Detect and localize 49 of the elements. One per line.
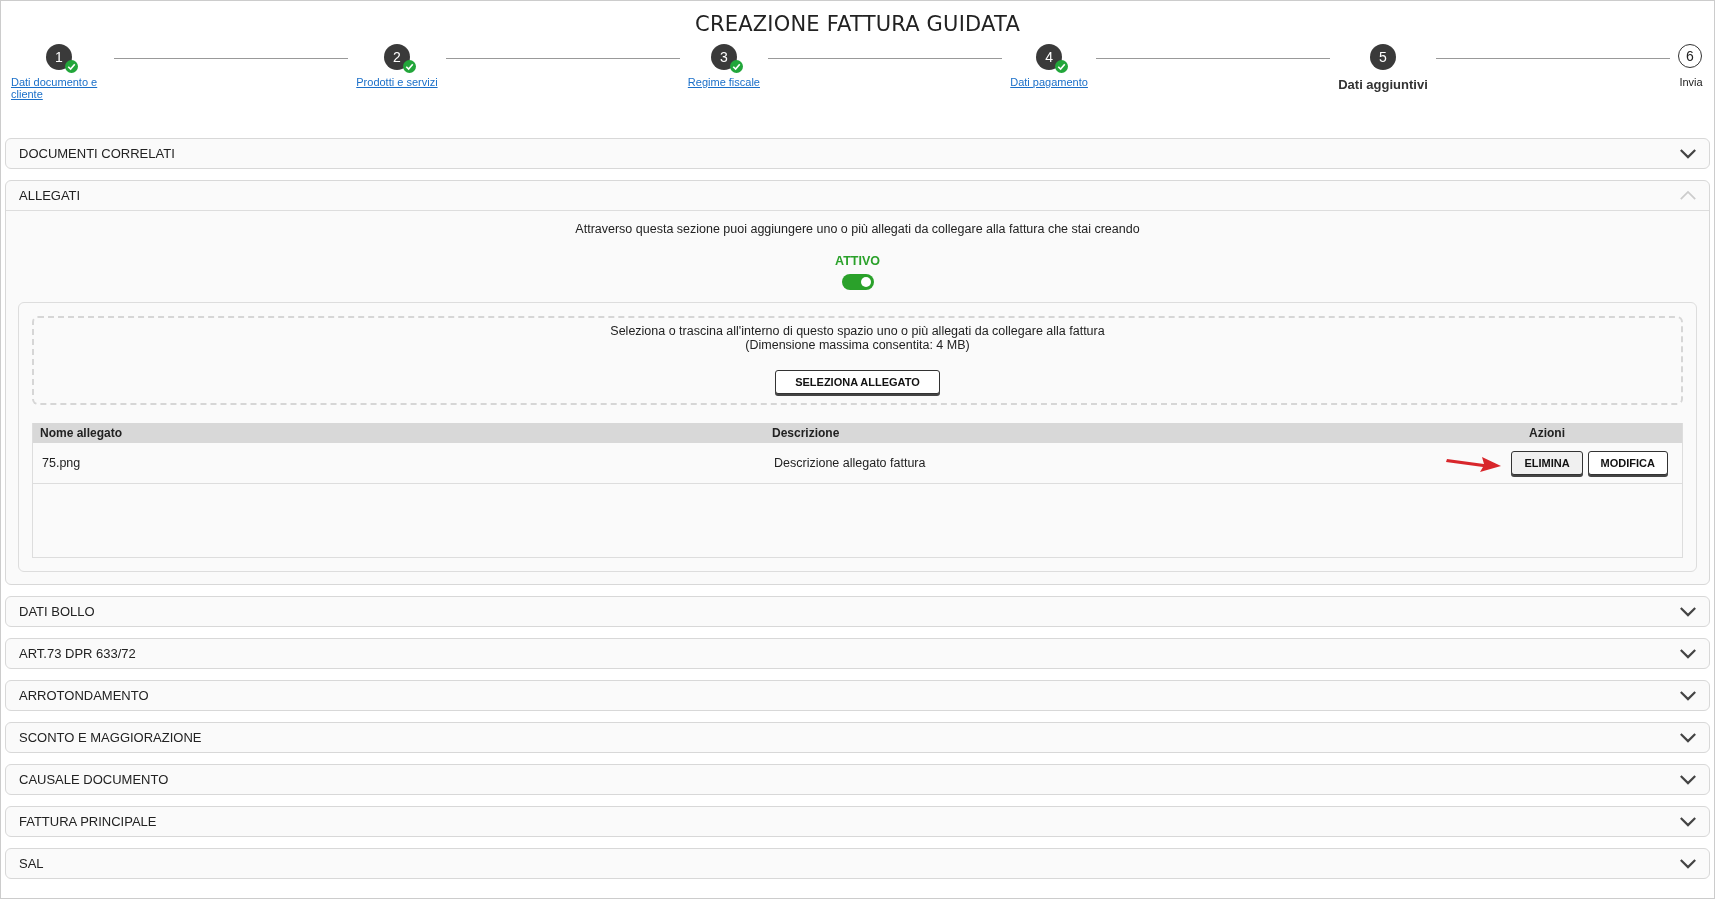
step-label: Invia — [1679, 76, 1703, 88]
column-header: Azioni — [1528, 426, 1566, 440]
step-number: 2 — [383, 44, 410, 70]
step-link[interactable]: Dati pagamento — [1010, 76, 1088, 88]
chevron-down-icon — [1679, 816, 1697, 827]
check-icon — [402, 60, 416, 73]
chevron-down-icon — [1679, 774, 1697, 785]
column-header: Nome allegato — [39, 426, 124, 440]
select-attachment-button[interactable]: SELEZIONA ALLEGATO — [775, 370, 940, 394]
chevron-down-icon — [1679, 858, 1697, 869]
drop-zone-text: Seleziona o trascina all'interno di questo spazio uno o più allegati da collegare alla fattura — [610, 324, 1105, 338]
chevron-down-icon — [1679, 606, 1697, 617]
chevron-up-icon — [1679, 190, 1697, 201]
column-header: Descrizione — [771, 426, 841, 440]
toggle-switch[interactable] — [841, 274, 874, 290]
step-number: 4 — [1036, 44, 1063, 70]
step-number: 1 — [46, 44, 72, 70]
accordion-header[interactable]: ARROTONDAMENTO — [6, 681, 1709, 710]
accordion-header[interactable]: CAUSALE DOCUMENTO — [6, 765, 1709, 794]
chevron-down-icon — [1679, 690, 1697, 701]
accordion-header[interactable]: ART.73 DPR 633/72 — [6, 639, 1709, 668]
toggle-label: ATTIVO — [835, 254, 880, 268]
chevron-down-icon — [1679, 732, 1697, 743]
step-label: Dati aggiuntivi — [1338, 77, 1428, 92]
accordion-header[interactable]: SCONTO E MAGGIORAZIONE — [6, 723, 1709, 752]
accordion-header[interactable]: SAL — [6, 849, 1709, 878]
accordion-header[interactable]: DATI BOLLO — [6, 597, 1709, 626]
chevron-down-icon — [1679, 648, 1697, 659]
step-number: 3 — [710, 44, 737, 70]
chevron-down-icon — [1679, 148, 1697, 159]
step-number: 5 — [1369, 44, 1396, 70]
drop-zone[interactable]: Seleziona o trascina all'interno di questo spazio uno o più allegati da collegare alla fattura (Dimensione massima consentita: 4 MB) SELEZIONA ALLEGATO — [32, 316, 1683, 405]
accordion-header[interactable]: ALLEGATI — [6, 181, 1709, 211]
check-icon — [729, 60, 743, 73]
size-limit-text: (Dimensione massima consentita: 4 MB) — [745, 338, 970, 352]
accordion-header[interactable]: DOCUMENTI CORRELATI — [6, 139, 1709, 168]
section-description: Attraverso questa sezione puoi aggiungere uno o più allegati da collegare alla fattura che stai creando — [575, 222, 1140, 236]
step-link[interactable]: Regime fiscale — [687, 76, 760, 88]
step-link[interactable]: Prodotti e servizi — [356, 76, 438, 88]
page-title: CREAZIONE FATTURA GUIDATA — [694, 12, 1021, 36]
step-link[interactable]: Dati documento e cliente — [11, 76, 106, 100]
check-icon — [1055, 60, 1069, 73]
delete-button[interactable]: ELIMINA — [1511, 451, 1583, 475]
check-icon — [65, 60, 78, 73]
table-cell-text: Descrizione allegato fattura — [773, 456, 927, 470]
edit-button[interactable]: MODIFICA — [1587, 451, 1668, 475]
step-number: 6 — [1678, 44, 1702, 68]
accordion-header[interactable]: FATTURA PRINCIPALE — [6, 807, 1709, 836]
table-cell-text: 75.png — [41, 456, 82, 470]
